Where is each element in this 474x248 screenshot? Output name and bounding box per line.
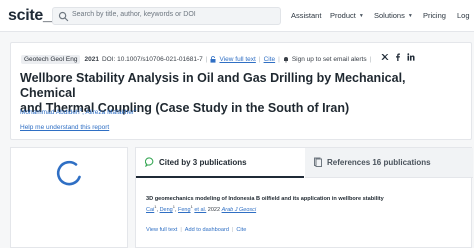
citing-publication-actions: View full text | Add to dashboard | Cite bbox=[146, 227, 246, 233]
view-full-text-link[interactable]: View full text bbox=[146, 227, 177, 233]
divider: | bbox=[278, 56, 280, 63]
author-affiliation: 1 bbox=[172, 204, 175, 209]
nav-assistant[interactable]: Assistant bbox=[291, 11, 321, 20]
author-affiliation: 1 bbox=[134, 107, 137, 112]
author-affiliation: 1 bbox=[190, 204, 193, 209]
add-to-dashboard-link[interactable]: Add to dashboard bbox=[185, 227, 229, 233]
nav-login[interactable]: Log bbox=[457, 11, 470, 20]
search-box[interactable]: Search by title, author, keywords or DOI bbox=[52, 7, 281, 25]
nav-solutions[interactable]: Solutions ▼ bbox=[374, 11, 413, 20]
loading-spinner-icon bbox=[56, 160, 81, 186]
speech-bubble-icon bbox=[145, 157, 154, 167]
author-name[interactable]: Alireza Mafakher bbox=[85, 109, 134, 116]
document-icon bbox=[314, 157, 322, 167]
divider: | bbox=[258, 56, 261, 63]
cite-link[interactable]: Cite bbox=[236, 227, 246, 233]
tab-references[interactable]: References 16 publications bbox=[305, 148, 473, 178]
citing-journal[interactable]: Arab J Geosci bbox=[222, 207, 257, 213]
et-al-link[interactable]: et al. bbox=[194, 207, 206, 213]
author-affiliation: 1 bbox=[154, 204, 157, 209]
citing-author[interactable]: Feng bbox=[178, 207, 191, 213]
nav-product[interactable]: Product ▼ bbox=[330, 11, 364, 20]
paper-title-line-1: Wellbore Stability Analysis in Oil and G… bbox=[20, 71, 406, 100]
search-input[interactable]: Search by title, author, keywords or DOI bbox=[72, 11, 196, 18]
divider: | bbox=[180, 227, 182, 233]
help-understand-link[interactable]: Help me understand this report bbox=[20, 124, 109, 131]
chevron-down-icon: ▼ bbox=[407, 13, 413, 19]
citations-panel: Cited by 3 publications References 16 pu… bbox=[135, 147, 473, 248]
divider: | bbox=[231, 227, 234, 233]
top-navbar: scite_ Search by title, author, keywords… bbox=[0, 0, 474, 32]
citing-publication-meta: Cai1, Deng1, Feng1 et al. 2022 Arab J Ge… bbox=[146, 204, 257, 213]
doi[interactable]: DOI: 10.1007/s10706-021-01681-7 bbox=[102, 56, 203, 63]
citing-year: 2022 bbox=[207, 206, 221, 213]
twitter-icon[interactable] bbox=[381, 53, 389, 61]
citing-author[interactable]: Deng bbox=[160, 207, 173, 213]
tab-cited-by[interactable]: Cited by 3 publications bbox=[136, 148, 304, 178]
cite-link[interactable]: Cite bbox=[264, 56, 276, 63]
share-icons bbox=[381, 53, 415, 63]
divider: | bbox=[205, 56, 208, 63]
author-list: Mohammad Abdideh1, Alireza Mafakher1 bbox=[20, 107, 137, 116]
paper-meta: Geotech Geol Eng 2021 DOI: 10.1007/s1070… bbox=[21, 55, 374, 64]
nav-pricing[interactable]: Pricing bbox=[423, 11, 446, 20]
author-name[interactable]: Mohammad Abdideh bbox=[20, 109, 80, 116]
tab-cited-by-label: Cited by 3 publications bbox=[159, 158, 247, 167]
paper-card: Geotech Geol Eng 2021 DOI: 10.1007/s1070… bbox=[10, 42, 472, 140]
lock-icon bbox=[210, 56, 216, 63]
smart-citation-panel bbox=[10, 147, 128, 248]
divider: | bbox=[369, 56, 372, 63]
facebook-icon[interactable] bbox=[394, 53, 402, 61]
chevron-down-icon: ▼ bbox=[358, 13, 364, 19]
nav-solutions-label: Solutions bbox=[374, 11, 405, 20]
tab-references-label: References 16 publications bbox=[327, 158, 431, 167]
view-full-text-link[interactable]: View full text bbox=[219, 56, 255, 63]
publication-year: 2021 bbox=[84, 56, 99, 63]
scite-logo[interactable]: scite_ bbox=[8, 7, 52, 25]
search-icon bbox=[58, 11, 69, 22]
nav-product-label: Product bbox=[330, 11, 356, 20]
linkedin-icon[interactable] bbox=[407, 53, 415, 61]
email-alerts-link[interactable]: Sign up to set email alerts bbox=[292, 56, 367, 63]
bell-icon bbox=[283, 57, 288, 63]
journal-badge[interactable]: Geotech Geol Eng bbox=[21, 55, 81, 64]
citing-publication-title[interactable]: 3D geomechanics modeling of Indonesia B … bbox=[146, 196, 384, 202]
